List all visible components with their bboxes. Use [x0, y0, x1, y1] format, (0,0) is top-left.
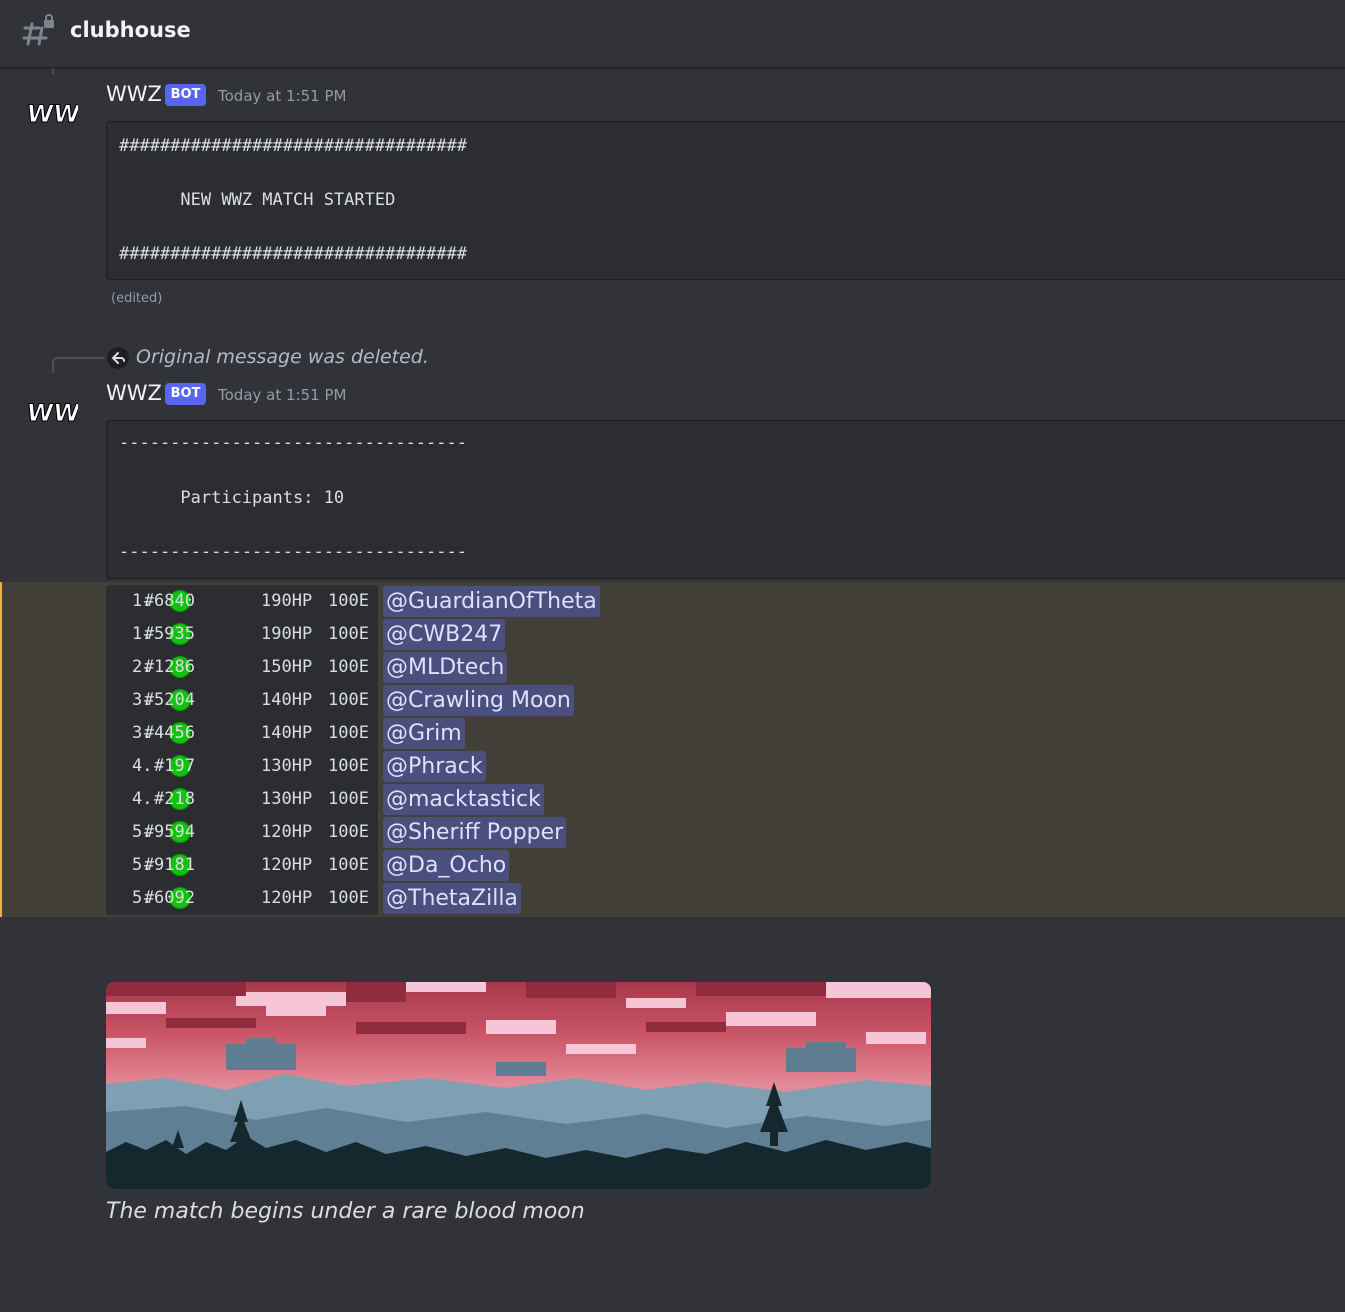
leaderboard-code-cell: 5. #6092 120HP 100E	[106, 882, 378, 915]
user-mention[interactable]: @Phrack	[383, 751, 486, 782]
wwz-avatar[interactable]: WWZ	[26, 92, 78, 132]
blood-moon-image[interactable]	[106, 982, 931, 1189]
leaderboard-code-cell: 4. #218 130HP 100E	[106, 783, 378, 816]
message-timestamp[interactable]: Today at 1:51 PM	[218, 87, 346, 105]
code-block: ---------------------------------- Parti…	[106, 420, 1345, 579]
energy-value: 100E	[328, 888, 369, 908]
bot-tag: BOT	[165, 84, 206, 106]
leaderboard-row: 5. #9181 120HP 100E @Da_Ocho	[106, 849, 806, 882]
user-mention[interactable]: @Grim	[383, 718, 465, 749]
code-line: ##################################	[119, 136, 467, 156]
player-id: #9181	[143, 855, 195, 875]
energy-value: 100E	[328, 756, 369, 776]
message-feed[interactable]: WWZ WWZ BOT Today at 1:51 PM ###########…	[0, 68, 1345, 1312]
leaderboard-row: 1. #6840 190HP 100E @GuardianOfTheta	[106, 585, 806, 618]
edited-label: (edited)	[111, 291, 163, 306]
hp-value: 130HP	[261, 756, 313, 776]
pixel-landscape-image	[106, 982, 931, 1189]
player-id: #1286	[143, 657, 195, 677]
leaderboard-code-cell: 3. #5204 140HP 100E	[106, 684, 378, 717]
leaderboard-code-cell: 1. #5935 190HP 100E	[106, 618, 378, 651]
svg-text:WWZ: WWZ	[26, 100, 78, 128]
energy-value: 100E	[328, 657, 369, 677]
player-id: #218	[154, 789, 195, 809]
user-mention[interactable]: @Da_Ocho	[383, 850, 510, 881]
hp-value: 130HP	[261, 789, 313, 809]
svg-text:WWZ: WWZ	[26, 399, 78, 427]
energy-value: 100E	[328, 624, 369, 644]
hp-value: 120HP	[261, 822, 313, 842]
code-block: ################################## NEW W…	[106, 121, 1345, 280]
hp-value: 120HP	[261, 855, 313, 875]
rank-label: 4.	[132, 789, 153, 809]
player-id: #6840	[143, 591, 195, 611]
reply-arrow-icon	[107, 347, 129, 369]
player-id: #9594	[143, 822, 195, 842]
leaderboard-code-cell: 5. #9181 120HP 100E	[106, 849, 378, 882]
rank-label: 4.	[132, 756, 153, 776]
user-mention[interactable]: @macktastick	[383, 784, 544, 815]
channel-header: clubhouse	[0, 0, 1345, 68]
hp-value: 190HP	[261, 591, 313, 611]
energy-value: 100E	[328, 591, 369, 611]
hp-value: 140HP	[261, 723, 313, 743]
wwz-avatar[interactable]: WWZ	[26, 391, 78, 431]
code-line: ##################################	[119, 244, 467, 264]
energy-value: 100E	[328, 855, 369, 875]
leaderboard-code-cell: 2. #1286 150HP 100E	[106, 651, 378, 684]
player-id: #6092	[143, 888, 195, 908]
author-name[interactable]: WWZ	[106, 82, 162, 106]
energy-value: 100E	[328, 789, 369, 809]
leaderboard-code-cell: 5. #9594 120HP 100E	[106, 816, 378, 849]
energy-value: 100E	[328, 690, 369, 710]
user-mention[interactable]: @ThetaZilla	[383, 883, 521, 914]
player-id: #4456	[143, 723, 195, 743]
hp-value: 150HP	[261, 657, 313, 677]
user-mention[interactable]: @Crawling Moon	[383, 685, 574, 716]
leaderboard-code-cell: 3. #4456 140HP 100E	[106, 717, 378, 750]
thread-line	[52, 68, 54, 74]
reply-preview[interactable]: Original message was deleted.	[136, 346, 429, 368]
code-line: ----------------------------------	[119, 542, 467, 562]
code-line: NEW WWZ MATCH STARTED	[119, 190, 396, 210]
energy-value: 100E	[328, 723, 369, 743]
user-mention[interactable]: @CWB247	[383, 619, 506, 650]
leaderboard-row: 1. #5935 190HP 100E @CWB247	[106, 618, 806, 651]
energy-value: 100E	[328, 822, 369, 842]
user-mention[interactable]: @Sheriff Popper	[383, 817, 567, 848]
hp-value: 190HP	[261, 624, 313, 644]
message-timestamp[interactable]: Today at 1:51 PM	[218, 386, 346, 404]
leaderboard-row: 5. #9594 120HP 100E @Sheriff Popper	[106, 816, 806, 849]
user-mention[interactable]: @MLDtech	[383, 652, 508, 683]
code-line: Participants: 10	[119, 488, 345, 508]
code-line: ----------------------------------	[119, 433, 467, 453]
player-id: #197	[154, 756, 195, 776]
leaderboard-row: 4. #218 130HP 100E @macktastick	[106, 783, 806, 816]
image-caption: The match begins under a rare blood moon	[106, 1199, 585, 1224]
hp-value: 120HP	[261, 888, 313, 908]
player-id: #5935	[143, 624, 195, 644]
player-id: #5204	[143, 690, 195, 710]
leaderboard-row: 3. #5204 140HP 100E @Crawling Moon	[106, 684, 806, 717]
leaderboard-row: 4. #197 130HP 100E @Phrack	[106, 750, 806, 783]
leaderboard-row: 2. #1286 150HP 100E @MLDtech	[106, 651, 806, 684]
locked-hash-icon	[22, 14, 54, 46]
leaderboard-row: 3. #4456 140HP 100E @Grim	[106, 717, 806, 750]
leaderboard-row: 5. #6092 120HP 100E @ThetaZilla	[106, 882, 806, 915]
reply-spine	[52, 357, 104, 373]
author-name[interactable]: WWZ	[106, 381, 162, 405]
leaderboard-code-cell: 1. #6840 190HP 100E	[106, 585, 378, 618]
hp-value: 140HP	[261, 690, 313, 710]
bot-tag: BOT	[165, 383, 206, 405]
channel-title[interactable]: clubhouse	[70, 18, 191, 42]
leaderboard-code-cell: 4. #197 130HP 100E	[106, 750, 378, 783]
user-mention[interactable]: @GuardianOfTheta	[383, 586, 600, 617]
